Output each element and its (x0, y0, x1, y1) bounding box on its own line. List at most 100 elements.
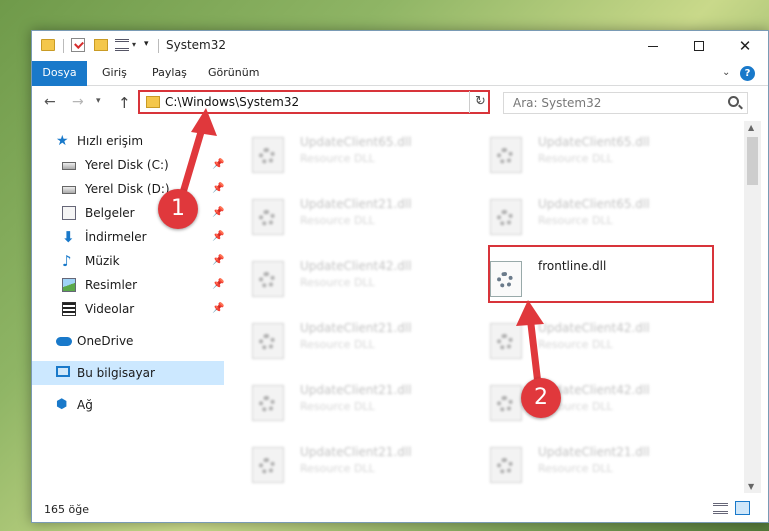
sidebar-item-music[interactable]: ♪ Müzik 📌 (32, 249, 224, 273)
tab-share[interactable]: Paylaş (144, 61, 195, 86)
file-name: UpdateClient65.dll (538, 135, 650, 149)
tab-home[interactable]: Giriş (94, 61, 135, 86)
folder-icon (146, 96, 160, 108)
sidebar-item-pictures[interactable]: Resimler 📌 (32, 273, 224, 297)
search-input[interactable]: Ara: System32 (503, 92, 748, 114)
music-icon: ♪ (62, 252, 72, 270)
minimize-icon (648, 45, 658, 47)
search-icon[interactable] (728, 96, 739, 107)
vertical-scrollbar[interactable]: ▲ ▼ (744, 121, 761, 493)
view-options-icon[interactable] (115, 39, 129, 51)
dll-file-icon (252, 199, 284, 235)
recent-locations-icon[interactable]: ▾ (96, 96, 101, 106)
file-item[interactable]: UpdateClient42.dll Resource DLL (228, 249, 458, 307)
sidebar-item-this-pc[interactable]: Bu bilgisayar (32, 361, 224, 385)
file-name: UpdateClient21.dll (300, 321, 412, 335)
pin-icon[interactable]: 📌 (212, 297, 224, 321)
minimize-button[interactable] (630, 31, 676, 61)
file-type: Resource DLL (300, 462, 375, 475)
dll-file-icon (252, 447, 284, 483)
details-view-icon[interactable] (713, 503, 728, 514)
gear-icon (259, 272, 275, 288)
sidebar-item-videos[interactable]: Videolar 📌 (32, 297, 224, 321)
gear-icon (497, 148, 513, 164)
gear-icon (259, 210, 275, 226)
file-item[interactable]: UpdateClient21.dll Resource DLL (466, 435, 696, 493)
address-path[interactable]: C:\Windows\System32 (165, 95, 299, 109)
pin-icon[interactable]: 📌 (212, 201, 224, 225)
new-folder-icon[interactable] (94, 39, 108, 51)
tiles-view-icon[interactable] (735, 501, 750, 515)
tab-view[interactable]: Görünüm (200, 61, 267, 86)
file-item[interactable]: UpdateClient21.dll Resource DLL (228, 311, 458, 369)
chevron-down-icon[interactable]: ▾ (132, 40, 136, 56)
file-type: Resource DLL (538, 462, 613, 475)
folder-icon (41, 39, 55, 51)
file-type: Resource DLL (300, 276, 375, 289)
file-list: UpdateClient65.dll Resource DLL UpdateCl… (228, 121, 744, 493)
file-type: Resource DLL (300, 338, 375, 351)
maximize-button[interactable] (676, 31, 722, 61)
sidebar-item-downloads[interactable]: ⬇ İndirmeler 📌 (32, 225, 224, 249)
back-button[interactable]: ← (44, 94, 56, 110)
file-item[interactable]: UpdateClient21.dll Resource DLL (228, 187, 458, 245)
help-icon[interactable]: ? (740, 66, 755, 81)
scroll-down-icon[interactable]: ▼ (748, 482, 754, 491)
cloud-icon (56, 337, 72, 346)
item-count: 165 öğe (44, 503, 89, 516)
refresh-button[interactable]: ↻ (469, 91, 491, 113)
gear-icon (497, 396, 513, 412)
sidebar-item-network[interactable]: ⬢ Ağ (32, 393, 224, 417)
tab-file[interactable]: Dosya (32, 61, 87, 86)
window-title: System32 (166, 38, 227, 52)
scroll-thumb[interactable] (747, 137, 758, 185)
sidebar-item-local-disk-d[interactable]: Yerel Disk (D:) 📌 (32, 177, 224, 201)
dll-file-icon (490, 385, 522, 421)
dll-file-icon (252, 261, 284, 297)
file-type: Resource DLL (300, 152, 375, 165)
network-icon: ⬢ (56, 397, 68, 412)
pin-icon[interactable]: 📌 (212, 249, 224, 273)
maximize-icon (694, 41, 704, 51)
address-bar[interactable]: C:\Windows\System32 ⌄ (138, 90, 490, 114)
gear-icon (497, 458, 513, 474)
status-bar: 165 öğe (32, 493, 768, 522)
gear-icon (259, 148, 275, 164)
sidebar-item-onedrive[interactable]: OneDrive (32, 329, 224, 353)
step-2-badge: 2 (521, 378, 561, 418)
file-name: UpdateClient21.dll (300, 445, 412, 459)
sidebar-item-label: Hızlı erişim (77, 134, 144, 148)
up-button[interactable]: ↑ (118, 94, 131, 112)
scroll-up-icon[interactable]: ▲ (748, 123, 754, 132)
pin-icon[interactable]: 📌 (212, 225, 224, 249)
sidebar-item-label: OneDrive (77, 334, 134, 348)
pin-icon[interactable]: 📌 (212, 177, 224, 201)
file-name: UpdateClient42.dll (300, 259, 412, 273)
quick-access-separator (63, 39, 64, 53)
pin-icon[interactable]: 📌 (212, 273, 224, 297)
sidebar-item-local-disk-c[interactable]: Yerel Disk (C:) 📌 (32, 153, 224, 177)
navigation-bar: ← → ▾ ↑ C:\Windows\System32 ⌄ ↻ Ara: Sys… (32, 87, 768, 119)
sidebar-item-quick-access[interactable]: ★ Hızlı erişim (32, 129, 224, 153)
sidebar-item-label: Resimler (85, 278, 138, 292)
title-bar: ▾ ▾ System32 ✕ (32, 31, 768, 61)
forward-button[interactable]: → (72, 94, 84, 110)
file-item[interactable]: UpdateClient65.dll Resource DLL (466, 187, 696, 245)
file-type: Resource DLL (300, 400, 375, 413)
sidebar-item-label: Ağ (77, 398, 93, 412)
expand-ribbon-icon[interactable]: ⌄ (722, 67, 730, 78)
file-item[interactable]: UpdateClient65.dll Resource DLL (228, 125, 458, 183)
properties-icon[interactable] (71, 38, 85, 52)
file-item[interactable]: UpdateClient65.dll Resource DLL (466, 125, 696, 183)
file-item[interactable]: UpdateClient42.dll Resource DLL (466, 311, 696, 369)
pin-icon[interactable]: 📌 (212, 153, 224, 177)
customize-toolbar-icon[interactable]: ▾ (144, 39, 149, 55)
file-name: UpdateClient21.dll (538, 445, 650, 459)
navigation-pane: ★ Hızlı erişim Yerel Disk (C:) 📌 Yerel D… (32, 121, 228, 493)
file-type: Resource DLL (538, 338, 613, 351)
close-button[interactable]: ✕ (722, 31, 768, 61)
file-item[interactable]: UpdateClient21.dll Resource DLL (228, 373, 458, 431)
file-item[interactable]: UpdateClient42.dll Resource DLL (466, 373, 696, 431)
file-item[interactable]: UpdateClient21.dll Resource DLL (228, 435, 458, 493)
sidebar-item-label: Bu bilgisayar (77, 366, 155, 380)
